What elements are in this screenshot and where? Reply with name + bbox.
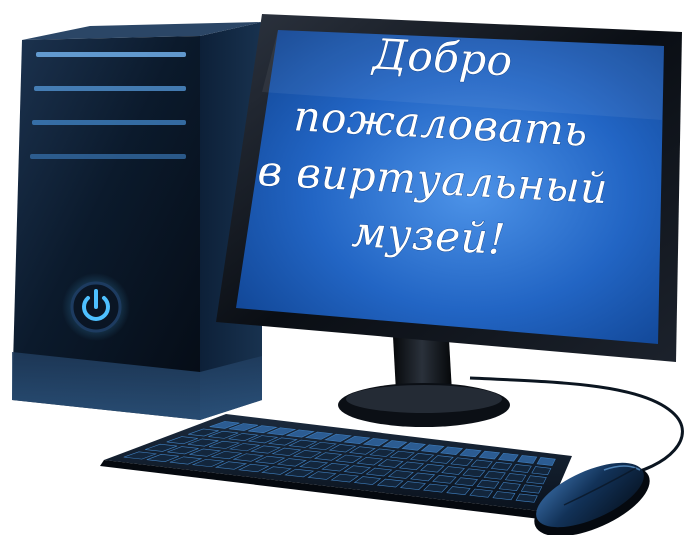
greeting-line-4: музей! [351, 207, 507, 264]
monitor: Добро пожаловать в виртуальный музей! [216, 14, 682, 427]
system-unit [12, 22, 262, 420]
keyboard-key[interactable] [531, 466, 552, 476]
keyboard[interactable] [100, 414, 572, 520]
power-button[interactable] [62, 273, 130, 341]
keyboard-key[interactable] [526, 475, 547, 485]
keyboard-key[interactable] [536, 457, 556, 466]
computer-illustration: Добро пожаловать в виртуальный музей! [12, 14, 684, 535]
greeting-line-1: Добро [370, 29, 514, 85]
